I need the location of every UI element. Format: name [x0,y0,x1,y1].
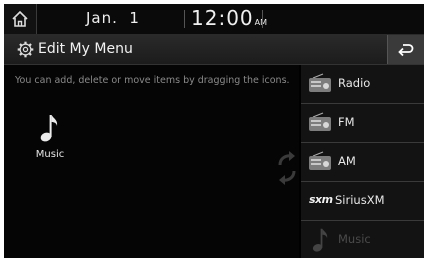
menu-list-item-music[interactable]: Music [301,221,424,258]
menu-list-item-label: Radio [338,76,371,90]
page-title: Edit My Menu [38,41,133,57]
hint-text: You can add, delete or move items by dra… [15,75,290,86]
back-arrow-icon [398,44,414,57]
radio-icon [309,112,331,131]
status-divider [184,10,185,28]
menu-list-item-radio[interactable]: Radio [301,65,424,104]
screen: Jan. 1 12:00AM Edit My Menu You can add,… [4,4,424,258]
drag-arrows-icon [278,151,296,185]
music-note-icon [40,115,58,142]
my-menu-item-label: Music [35,149,65,160]
gear-icon [17,41,34,58]
status-divider [262,10,263,28]
menu-list: Radio FM AM sxm SiriusXM Music [301,65,424,258]
my-menu-area: You can add, delete or move items by dra… [4,65,299,258]
my-menu-item-music[interactable]: Music [30,113,70,173]
menu-list-item-am[interactable]: AM [301,143,424,182]
radio-icon [309,73,331,92]
home-icon [12,10,28,27]
back-button[interactable] [387,35,424,64]
sxm-logo: sxm [309,193,333,206]
home-button[interactable] [4,4,37,34]
status-clock: 12:00AM [191,6,267,30]
menu-list-item-label: AM [338,154,356,168]
radio-icon [309,151,331,170]
music-note-icon [312,228,328,252]
menu-list-item-fm[interactable]: FM [301,104,424,143]
status-ampm: AM [254,18,268,27]
title-bar: Edit My Menu [4,35,424,65]
menu-list-item-siriusxm[interactable]: sxm SiriusXM [301,182,424,221]
status-date: Jan. 1 [86,9,140,27]
menu-list-item-label: FM [338,115,355,129]
menu-list-item-label: SiriusXM [335,193,385,207]
status-bar: Jan. 1 12:00AM [4,4,424,35]
status-time: 12:00 [191,6,254,30]
menu-list-item-label: Music [338,232,371,246]
